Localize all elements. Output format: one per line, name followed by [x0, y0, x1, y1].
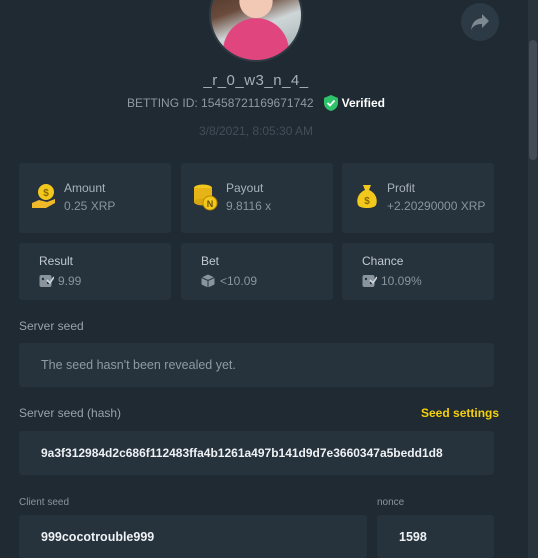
share-button[interactable]: [461, 3, 499, 41]
nonce-field[interactable]: 1598: [377, 515, 494, 558]
seed-settings-link[interactable]: Seed settings: [421, 406, 499, 420]
server-seed-value: The seed hasn't been revealed yet.: [41, 358, 236, 372]
result-card: Result 9.99: [19, 243, 171, 300]
username: _r_0_w3_n_4_: [203, 72, 309, 89]
payout-label: Payout: [226, 181, 264, 195]
coin-hand-icon: $: [32, 184, 55, 208]
betting-info-row: BETTING ID: 15458721169671742 Verified: [0, 95, 512, 111]
dice-icon: [39, 275, 54, 287]
bet-card: Bet <10.09: [181, 243, 333, 300]
avatar: [209, 0, 303, 62]
server-seed-field: The seed hasn't been revealed yet.: [19, 343, 494, 387]
client-seed-field[interactable]: 999cocotrouble999: [19, 515, 367, 558]
server-seed-hash-label: Server seed (hash): [19, 406, 122, 420]
verified-badge: Verified: [323, 95, 385, 111]
client-seed-value: 999cocotrouble999: [41, 529, 155, 544]
chance-value: 10.09%: [381, 274, 422, 288]
svg-text:N: N: [207, 199, 214, 209]
shield-check-icon: [323, 95, 338, 111]
chance-label: Chance: [362, 254, 404, 268]
coin-stack-icon: N: [194, 184, 218, 211]
share-icon: [471, 14, 489, 30]
result-label: Result: [39, 254, 74, 268]
scrollbar-thumb[interactable]: [529, 40, 537, 160]
bet-datetime: 3/8/2021, 8:05:30 AM: [198, 124, 314, 138]
server-seed-hash-field[interactable]: 9a3f312984d2c686f112483ffa4b1261a497b141…: [19, 431, 494, 475]
payout-card: N Payout 9.8116 x: [181, 163, 333, 233]
nonce-label: nonce: [377, 497, 405, 508]
profit-label: Profit: [387, 181, 416, 195]
amount-label: Amount: [64, 181, 106, 195]
client-seed-label: Client seed: [19, 497, 70, 508]
amount-value: 0.25 XRP: [64, 199, 116, 213]
amount-card: $ Amount 0.25 XRP: [19, 163, 171, 233]
payout-value: 9.8116 x: [226, 199, 272, 213]
verified-label: Verified: [341, 96, 385, 110]
dice-icon: [362, 275, 377, 287]
result-value: 9.99: [58, 274, 82, 288]
profit-value: +2.20290000 XRP: [387, 199, 486, 213]
scrollbar[interactable]: [528, 0, 538, 558]
chance-card: Chance 10.09%: [342, 243, 494, 300]
nonce-value: 1598: [399, 529, 427, 544]
svg-text:$: $: [364, 196, 370, 207]
money-bag-icon: $: [357, 185, 377, 208]
bet-value: <10.09: [220, 274, 258, 288]
svg-text:$: $: [43, 188, 49, 199]
server-seed-label: Server seed: [19, 319, 84, 333]
server-seed-hash-value: 9a3f312984d2c686f112483ffa4b1261a497b141…: [41, 446, 443, 460]
bet-label: Bet: [201, 254, 220, 268]
betting-id: BETTING ID: 15458721169671742: [127, 96, 314, 110]
cube-icon: [201, 274, 215, 288]
profit-card: $ Profit +2.20290000 XRP: [342, 163, 494, 233]
